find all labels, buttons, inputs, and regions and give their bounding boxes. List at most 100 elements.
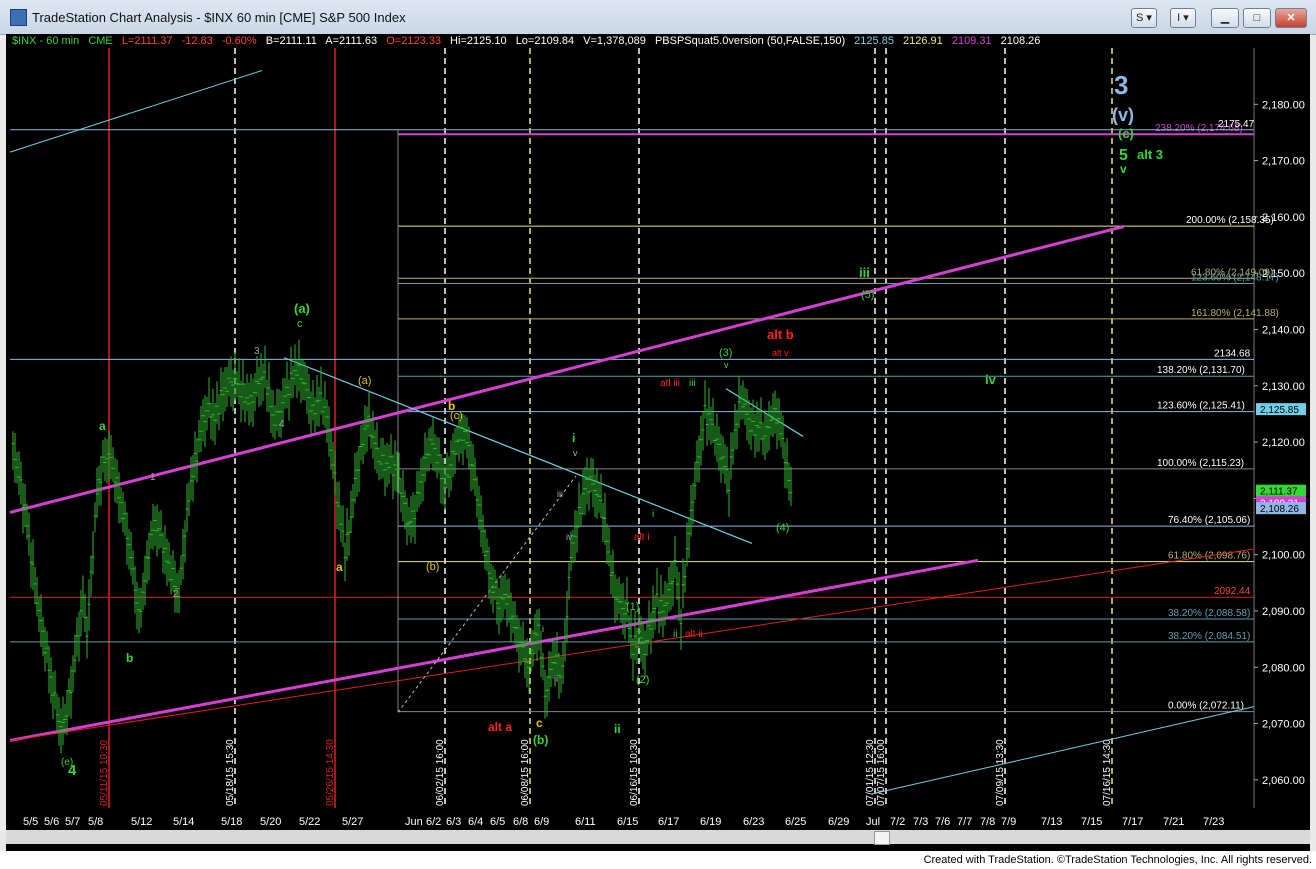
status-bar: Created with TradeStation. ©TradeStation…: [0, 851, 1316, 869]
fib-level-label: 123.60% (2,148.17): [1191, 272, 1279, 283]
x-tick-label: 6/4: [468, 816, 483, 828]
price-chart: $INX - 60 min CME L=2111.37 -12.83 -0.60…: [9, 34, 1310, 830]
y-tick-label: 2,060.00: [1262, 775, 1305, 787]
wave-label: (e): [61, 757, 73, 768]
fib-level-label: 38.20% (2,088.58): [1168, 608, 1250, 619]
x-tick-label: 6/19: [700, 816, 721, 828]
minimize-icon: ▁: [1220, 12, 1230, 24]
time-marker-label: 05/26/15 14:30: [325, 739, 336, 806]
wave-label: a: [336, 560, 343, 574]
study-value-1: 2125.85: [854, 35, 894, 47]
volume: V=1,378,089: [583, 35, 646, 47]
x-tick-label: 7/9: [1001, 816, 1016, 828]
ask-price: A=2111.63: [325, 35, 377, 47]
wave-label: ii: [614, 722, 621, 736]
wave-label: iii: [689, 378, 696, 389]
y-tick-label: 2,180.00: [1262, 99, 1305, 111]
chart-area[interactable]: $INX - 60 min CME L=2111.37 -12.83 -0.60…: [6, 34, 1310, 851]
i-menu-button[interactable]: I ▾: [1170, 8, 1196, 28]
wave-label: i: [652, 509, 654, 520]
wave-label: (3): [719, 347, 732, 359]
time-marker-label: 05/11/15 10:30: [99, 740, 110, 806]
cyan-downtrend-line: [283, 357, 753, 544]
x-tick-label: 6/9: [534, 816, 549, 828]
fib-level-label: 2092.44: [1214, 586, 1251, 597]
wave-label: (c): [450, 410, 463, 422]
time-marker-label: 06/16/15 10:30: [629, 739, 640, 806]
close-button[interactable]: ✕: [1275, 8, 1307, 28]
study-value-2: 2126.91: [903, 35, 943, 47]
x-tick-label: 5/7: [65, 816, 80, 828]
x-tick-label: 5/12: [131, 816, 152, 828]
study-value-4: 2108.26: [1001, 35, 1041, 47]
time-marker-label: 07/09/15 13:30: [995, 739, 1006, 806]
time-marker-label: 05/18/15 15:30: [225, 739, 236, 806]
y-tick-label: 2,080.00: [1262, 662, 1305, 674]
cyan-top-line: [9, 70, 263, 153]
wave-label: alt i: [634, 532, 650, 543]
plot-layer: 2,180.002,170.002,160.002,150.002,140.00…: [9, 34, 1310, 830]
wave-label: atl iii: [660, 378, 680, 389]
time-marker-label: 07/07/15 16:00: [876, 739, 887, 806]
app-icon: [10, 9, 27, 26]
fib-level-label: 38.20% (2,084.51): [1168, 631, 1250, 642]
fib-level-label: 0.00% (2,072.11): [1168, 701, 1244, 712]
wave-label: b: [126, 651, 133, 665]
s-menu-button[interactable]: S ▾: [1131, 8, 1157, 28]
x-tick-label: 6/11: [575, 816, 596, 828]
wave-label: (b): [426, 561, 439, 573]
fib-level-label: 200.00% (2,158.35): [1186, 215, 1274, 226]
price-axis-bg: [1254, 34, 1310, 830]
cyan-bottom-line: [871, 706, 1255, 795]
x-tick-label: 6/8: [513, 816, 528, 828]
wave-label: alt 3: [1137, 147, 1163, 162]
wave-label: 3: [1114, 70, 1128, 100]
fib-level-label: 2134.68: [1214, 348, 1251, 359]
wave-label: iii: [859, 265, 870, 280]
x-tick-label: 5/6: [44, 816, 59, 828]
scroll-thumb[interactable]: [874, 831, 890, 845]
fib-level-label: 161.80% (2,141.88): [1191, 308, 1279, 319]
y-tick-label: 2,170.00: [1262, 156, 1305, 168]
time-marker-label: 07/01/15 12:30: [865, 739, 876, 806]
time-scrollbar[interactable]: [6, 830, 1310, 845]
wave-label: i: [572, 431, 575, 445]
wave-label: (c): [1118, 126, 1134, 141]
x-tick-label: 6/5: [490, 816, 505, 828]
x-tick-label: 5/20: [260, 816, 281, 828]
study-value-3: 2109.31: [952, 35, 992, 47]
wave-label: (b): [533, 733, 548, 747]
tradestation-window: TradeStation Chart Analysis - $INX 60 mi…: [0, 0, 1316, 869]
x-tick-label: 7/6: [935, 816, 950, 828]
bid-price: B=2111.11: [266, 35, 317, 47]
x-tick-label: 5/8: [88, 816, 103, 828]
x-tick-label: 7/23: [1203, 816, 1224, 828]
x-tick-label: 5/5: [23, 816, 38, 828]
symbol-label: $INX - 60 min: [12, 35, 79, 47]
x-tick-label: 6/2: [426, 816, 441, 828]
wave-label: iv: [566, 532, 573, 542]
wave-label: (1): [626, 601, 639, 613]
x-tick-label: 6/17: [658, 816, 679, 828]
y-tick-label: 2,130.00: [1262, 381, 1305, 393]
wave-label: c: [536, 716, 543, 730]
svg-text:$INX - 60 min CME: $INX - 60 min CME L=2111.37 -12.83 -0.60…: [12, 35, 1040, 47]
fib-level-label: 76.40% (2,105.06): [1168, 515, 1250, 526]
x-tick-label: Jul: [866, 816, 880, 828]
wave-label: iv: [985, 372, 997, 387]
credits-text: Created with TradeStation. ©TradeStation…: [923, 854, 1312, 866]
i-button-label: I: [1177, 12, 1181, 24]
x-tick-label: 7/2: [890, 816, 905, 828]
wave-label: c: [297, 318, 303, 330]
x-tick-label: 6/29: [828, 816, 849, 828]
wave-label: (a): [294, 301, 310, 316]
maximize-button[interactable]: □: [1243, 8, 1271, 28]
x-tick-label: 6/15: [617, 816, 638, 828]
s-button-label: S: [1136, 12, 1144, 24]
x-tick-label: 5/22: [299, 816, 320, 828]
exchange-label: CME: [88, 35, 112, 47]
minimize-button[interactable]: ▁: [1211, 8, 1239, 28]
wave-label: v: [573, 448, 578, 458]
wave-label: 2: [173, 589, 179, 600]
study-name: PBSPSquat5.0version (50,FALSE,150): [655, 35, 845, 47]
